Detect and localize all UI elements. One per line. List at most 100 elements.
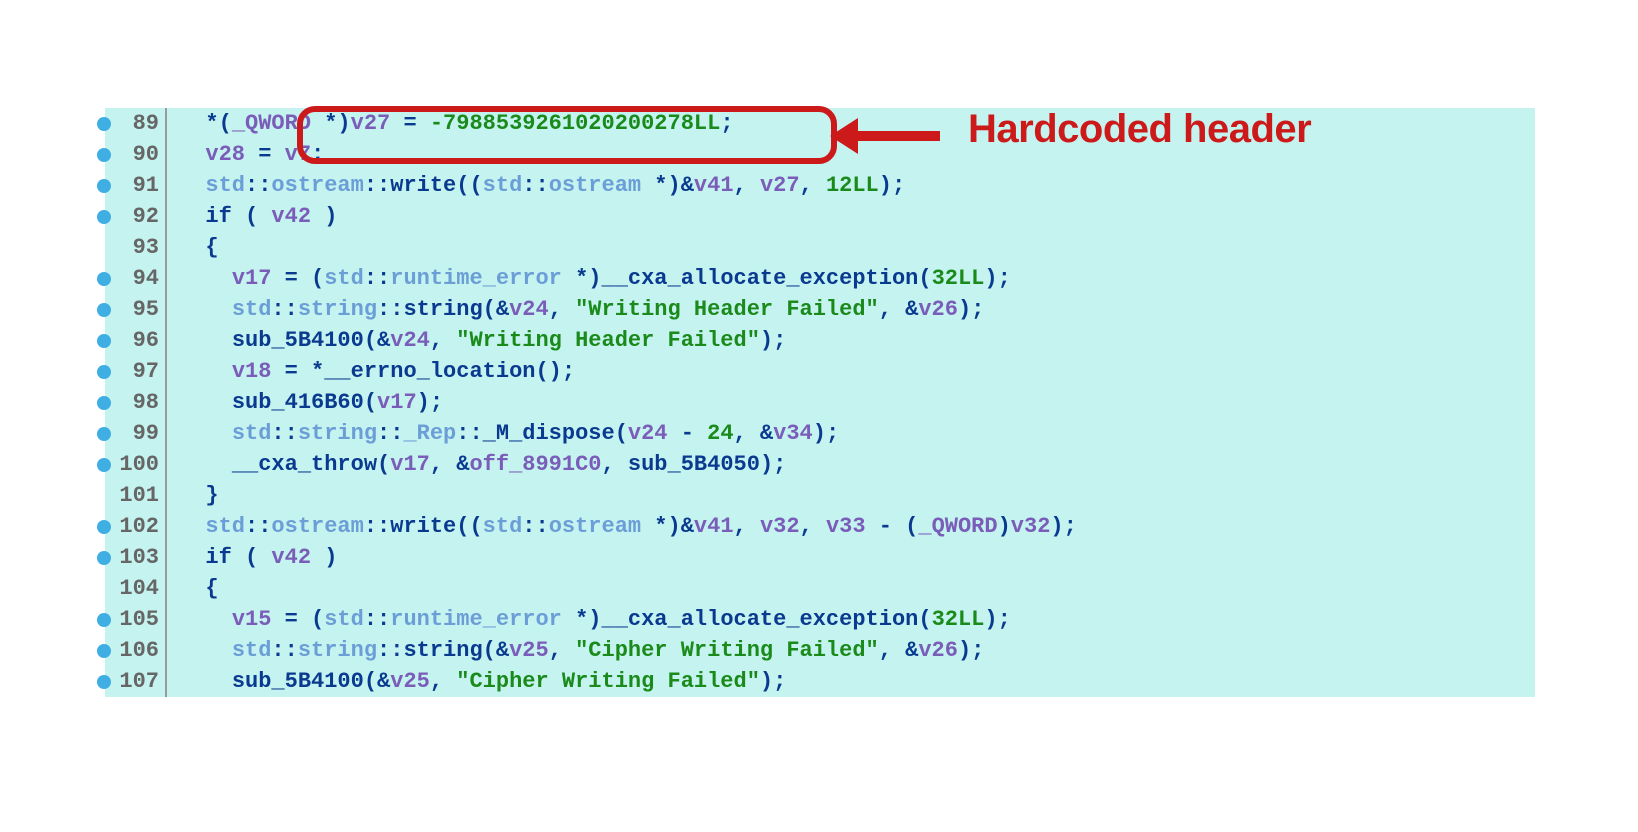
code-token: runtime_error bbox=[390, 607, 562, 632]
breakpoint-dot-icon[interactable] bbox=[97, 117, 111, 131]
gutter[interactable]: 98 bbox=[105, 387, 165, 418]
breakpoint-dot-icon[interactable] bbox=[97, 334, 111, 348]
gutter[interactable]: 105 bbox=[105, 604, 165, 635]
breakpoint-dot-icon[interactable] bbox=[97, 179, 111, 193]
gutter-separator bbox=[165, 635, 167, 666]
code-token: std bbox=[232, 421, 272, 446]
code-token: std bbox=[232, 638, 272, 663]
code-line[interactable]: 101 } bbox=[105, 480, 1535, 511]
breakpoint-dot-icon[interactable] bbox=[97, 365, 111, 379]
code-text[interactable]: v18 = *__errno_location(); bbox=[171, 356, 575, 387]
breakpoint-dot-icon[interactable] bbox=[97, 427, 111, 441]
code-text[interactable]: } bbox=[171, 480, 219, 511]
gutter[interactable]: 89 bbox=[105, 108, 165, 139]
code-line[interactable]: 103 if ( v42 ) bbox=[105, 542, 1535, 573]
breakpoint-dot-icon[interactable] bbox=[97, 520, 111, 534]
gutter[interactable]: 93 bbox=[105, 232, 165, 263]
code-line[interactable]: 94 v17 = (std::runtime_error *)__cxa_all… bbox=[105, 263, 1535, 294]
code-token: v7 bbox=[285, 142, 311, 167]
code-token: std bbox=[324, 607, 364, 632]
gutter[interactable]: 95 bbox=[105, 294, 165, 325]
code-line[interactable]: 96 sub_5B4100(&v24, "Writing Header Fail… bbox=[105, 325, 1535, 356]
code-line[interactable]: 92 if ( v42 ) bbox=[105, 201, 1535, 232]
code-text[interactable]: { bbox=[171, 232, 219, 263]
breakpoint-dot-icon[interactable] bbox=[97, 396, 111, 410]
code-text[interactable]: std::string::_Rep::_M_dispose(v24 - 24, … bbox=[171, 418, 839, 449]
code-text[interactable]: if ( v42 ) bbox=[171, 201, 337, 232]
code-text[interactable]: v17 = (std::runtime_error *)__cxa_alloca… bbox=[171, 263, 1011, 294]
code-token: ) bbox=[311, 545, 337, 570]
code-token: ); bbox=[760, 328, 786, 353]
code-line[interactable]: 102 std::ostream::write((std::ostream *)… bbox=[105, 511, 1535, 542]
code-text[interactable]: __cxa_throw(v17, &off_8991C0, sub_5B4050… bbox=[171, 449, 786, 480]
gutter[interactable]: 100 bbox=[105, 449, 165, 480]
breakpoint-dot-icon[interactable] bbox=[97, 148, 111, 162]
breakpoint-dot-icon[interactable] bbox=[97, 272, 111, 286]
code-line[interactable]: 91 std::ostream::write((std::ostream *)&… bbox=[105, 170, 1535, 201]
code-line[interactable]: 90 v28 = v7; bbox=[105, 139, 1535, 170]
code-text[interactable]: v15 = (std::runtime_error *)__cxa_alloca… bbox=[171, 604, 1011, 635]
gutter[interactable]: 107 bbox=[105, 666, 165, 697]
code-text[interactable]: std::string::string(&v24, "Writing Heade… bbox=[171, 294, 984, 325]
code-line[interactable]: 104 { bbox=[105, 573, 1535, 604]
gutter[interactable]: 101 bbox=[105, 480, 165, 511]
code-token: = * bbox=[271, 359, 324, 384]
gutter[interactable]: 94 bbox=[105, 263, 165, 294]
code-token bbox=[179, 328, 232, 353]
code-text[interactable]: std::string::string(&v25, "Cipher Writin… bbox=[171, 635, 984, 666]
code-line[interactable]: 106 std::string::string(&v25, "Cipher Wr… bbox=[105, 635, 1535, 666]
code-text[interactable]: sub_5B4100(&v24, "Writing Header Failed"… bbox=[171, 325, 786, 356]
code-token: off_8991C0 bbox=[469, 452, 601, 477]
code-token: sub_416B60 bbox=[232, 390, 364, 415]
code-token: (& bbox=[483, 297, 509, 322]
code-token: (( bbox=[456, 514, 482, 539]
gutter-separator bbox=[165, 263, 167, 294]
gutter[interactable]: 96 bbox=[105, 325, 165, 356]
breakpoint-dot-icon[interactable] bbox=[97, 210, 111, 224]
breakpoint-dot-icon[interactable] bbox=[97, 613, 111, 627]
gutter[interactable]: 104 bbox=[105, 573, 165, 604]
decompiler-code-panel[interactable]: 89 *(_QWORD *)v27 = -7988539261020200278… bbox=[105, 108, 1535, 697]
gutter[interactable]: 91 bbox=[105, 170, 165, 201]
code-line[interactable]: 89 *(_QWORD *)v27 = -7988539261020200278… bbox=[105, 108, 1535, 139]
code-text[interactable]: std::ostream::write((std::ostream *)&v41… bbox=[171, 170, 905, 201]
code-token: std bbox=[232, 297, 272, 322]
code-token: ); bbox=[984, 266, 1010, 291]
code-line[interactable]: 98 sub_416B60(v17); bbox=[105, 387, 1535, 418]
code-token bbox=[179, 545, 205, 570]
gutter-separator bbox=[165, 542, 167, 573]
code-text[interactable]: std::ostream::write((std::ostream *)&v41… bbox=[171, 511, 1077, 542]
line-number: 96 bbox=[107, 325, 159, 356]
code-line[interactable]: 105 v15 = (std::runtime_error *)__cxa_al… bbox=[105, 604, 1535, 635]
code-line[interactable]: 99 std::string::_Rep::_M_dispose(v24 - 2… bbox=[105, 418, 1535, 449]
code-token bbox=[179, 638, 232, 663]
gutter-separator bbox=[165, 480, 167, 511]
gutter[interactable]: 92 bbox=[105, 201, 165, 232]
gutter[interactable]: 103 bbox=[105, 542, 165, 573]
code-token: :: bbox=[245, 514, 271, 539]
breakpoint-dot-icon[interactable] bbox=[97, 458, 111, 472]
gutter[interactable]: 90 bbox=[105, 139, 165, 170]
code-text[interactable]: *(_QWORD *)v27 = -7988539261020200278LL; bbox=[171, 108, 734, 139]
gutter[interactable]: 97 bbox=[105, 356, 165, 387]
breakpoint-dot-icon[interactable] bbox=[97, 303, 111, 317]
code-text[interactable]: if ( v42 ) bbox=[171, 542, 337, 573]
code-line[interactable]: 95 std::string::string(&v24, "Writing He… bbox=[105, 294, 1535, 325]
code-line[interactable]: 107 sub_5B4100(&v25, "Cipher Writing Fai… bbox=[105, 666, 1535, 697]
gutter[interactable]: 99 bbox=[105, 418, 165, 449]
breakpoint-dot-icon[interactable] bbox=[97, 644, 111, 658]
breakpoint-dot-icon[interactable] bbox=[97, 551, 111, 565]
code-line[interactable]: 93 { bbox=[105, 232, 1535, 263]
code-token: (( bbox=[456, 173, 482, 198]
breakpoint-dot-icon[interactable] bbox=[97, 675, 111, 689]
code-line[interactable]: 100 __cxa_throw(v17, &off_8991C0, sub_5B… bbox=[105, 449, 1535, 480]
code-line[interactable]: 97 v18 = *__errno_location(); bbox=[105, 356, 1535, 387]
gutter[interactable]: 102 bbox=[105, 511, 165, 542]
code-token: v26 bbox=[918, 297, 958, 322]
gutter[interactable]: 106 bbox=[105, 635, 165, 666]
code-text[interactable]: sub_416B60(v17); bbox=[171, 387, 443, 418]
code-text[interactable]: v28 = v7; bbox=[171, 139, 324, 170]
code-token bbox=[179, 607, 232, 632]
code-text[interactable]: { bbox=[171, 573, 219, 604]
code-text[interactable]: sub_5B4100(&v25, "Cipher Writing Failed"… bbox=[171, 666, 786, 697]
